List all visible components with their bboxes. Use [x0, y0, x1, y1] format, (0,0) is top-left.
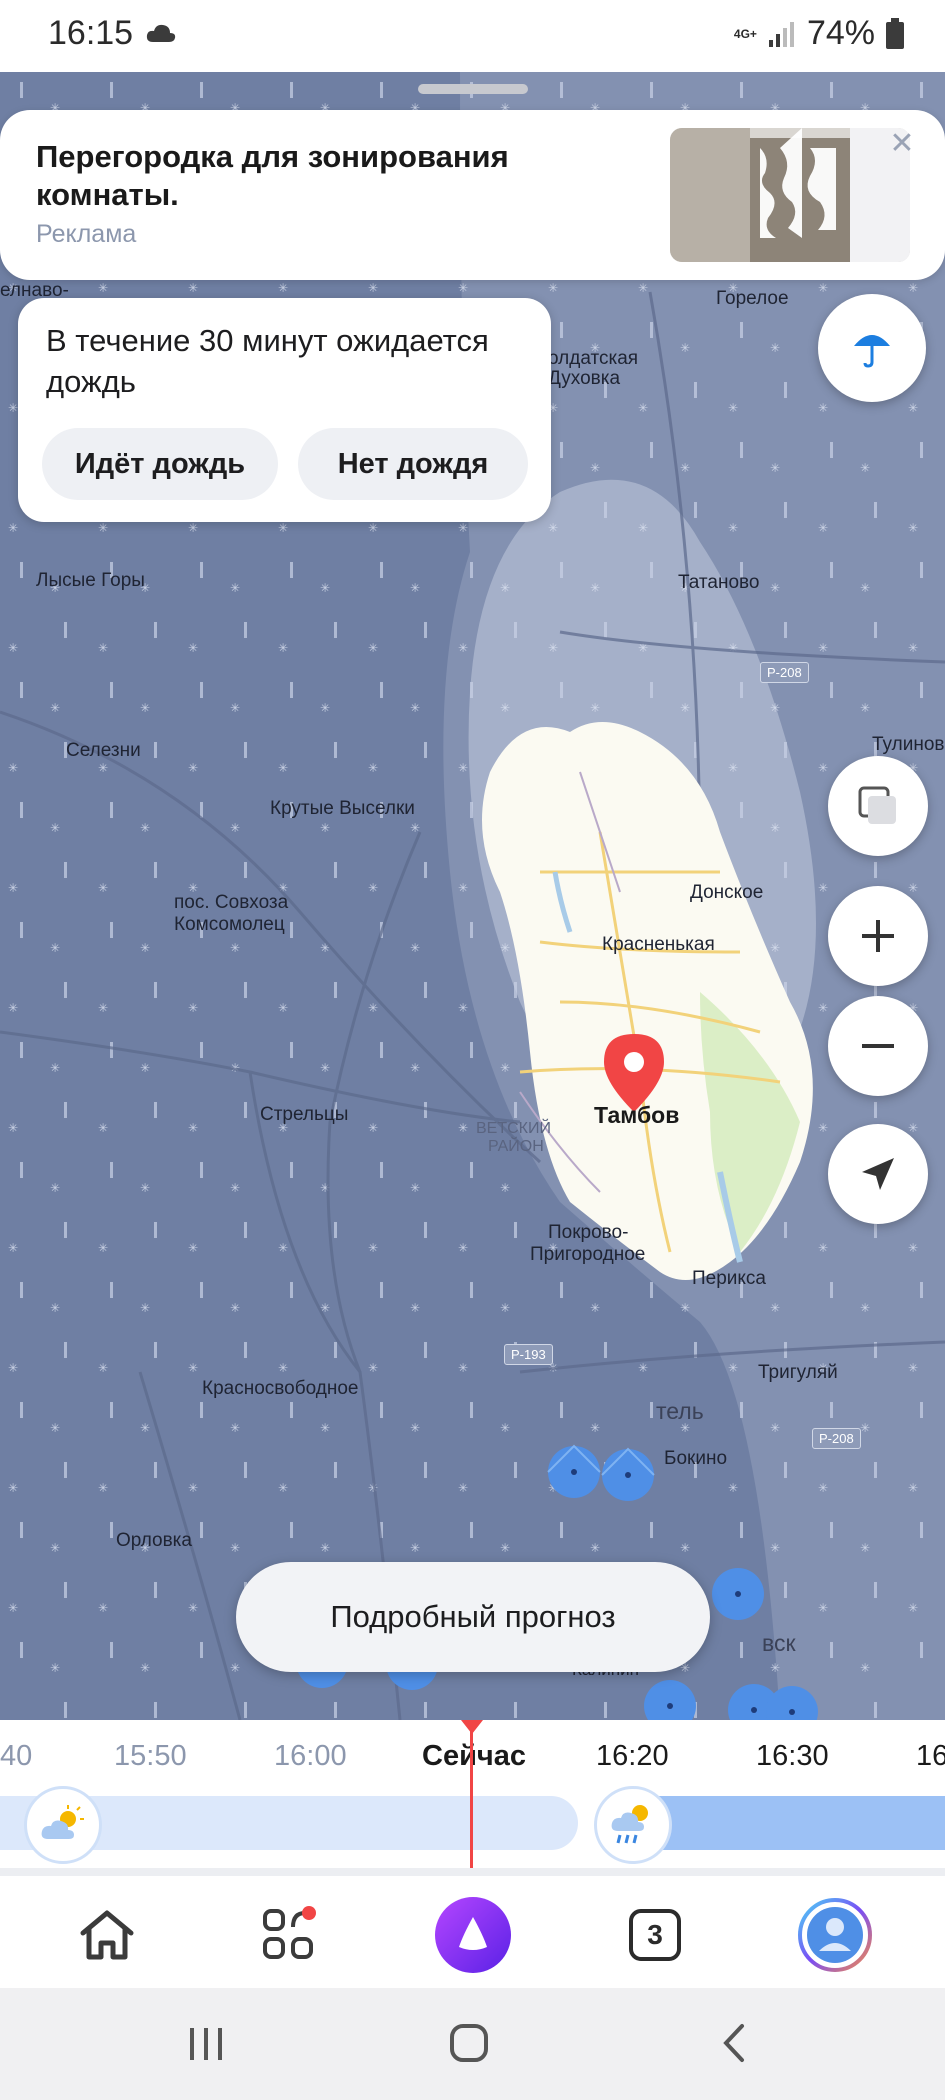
- road-badge: Р-208: [760, 662, 809, 683]
- home-icon: [80, 1910, 134, 1960]
- place-label: Стрельцы: [260, 1104, 349, 1125]
- timeline-label: 16:30: [756, 1740, 829, 1772]
- place-label: Духовка: [548, 368, 621, 389]
- layers-icon: [858, 786, 896, 824]
- ad-banner[interactable]: Перегородка для зонирования комнаты. Рек…: [0, 110, 945, 280]
- place-label: Донское: [690, 882, 764, 903]
- forecast-timeline[interactable]: 40 15:50 16:00 Сейчас 16:20 16:30 16: [0, 1720, 945, 1882]
- place-label: Селезни: [66, 740, 141, 761]
- road-badge: Р-193: [504, 1344, 553, 1365]
- place-label: ВЕТСКИЙ: [476, 1120, 551, 1137]
- status-bar: 16:15 4G+ 74%: [0, 0, 945, 72]
- timeline-now-label: Сейчас: [422, 1740, 526, 1772]
- ad-title[interactable]: Перегородка для зонирования комнаты.: [36, 138, 596, 214]
- partly-sunny-icon: [24, 1786, 102, 1864]
- ad-image[interactable]: [670, 128, 910, 262]
- rain-message: В течение 30 минут ожидается дождь: [46, 323, 489, 399]
- cloud-icon: [145, 22, 177, 49]
- rain-feedback-card: В течение 30 минут ожидается дождь Идёт …: [18, 298, 551, 522]
- profile-avatar-icon: [798, 1898, 872, 1972]
- timeline-now-triangle: [461, 1720, 483, 1734]
- zoom-out-button[interactable]: [828, 996, 928, 1096]
- umbrella-button[interactable]: [818, 294, 926, 402]
- timeline-now-marker: [470, 1726, 473, 1882]
- ad-label: Реклама: [36, 220, 137, 248]
- place-label: Орловка: [116, 1530, 192, 1551]
- tabs-counter: 3: [647, 1919, 663, 1950]
- place-label: Татаново: [678, 572, 760, 593]
- road-badge: Р-208: [812, 1428, 861, 1449]
- place-label: вск: [762, 1630, 796, 1656]
- timeline-label: 16:00: [274, 1740, 347, 1772]
- timeline-label: 16: [916, 1740, 945, 1772]
- place-label: Красносвободное: [202, 1378, 359, 1399]
- city-label-tambov: Тамбов: [594, 1102, 680, 1128]
- place-label: пос. Совхоза: [174, 892, 289, 913]
- sheet-drag-handle[interactable]: [418, 84, 528, 94]
- home-nav-icon[interactable]: [448, 2022, 490, 2069]
- network-type: 4G+: [733, 26, 757, 41]
- minus-icon: [862, 1044, 894, 1048]
- place-label: олдатская: [548, 348, 639, 369]
- timeline-label: 15:50: [114, 1740, 187, 1772]
- my-location-button[interactable]: [828, 1124, 928, 1224]
- place-label: Перикса: [692, 1268, 766, 1289]
- services-tab[interactable]: [244, 1890, 334, 1980]
- battery-percent: 74%: [806, 14, 875, 52]
- rain-sun-icon: [594, 1786, 672, 1864]
- zoom-in-button[interactable]: [828, 886, 928, 986]
- timeline-label: 40: [0, 1740, 33, 1772]
- place-label: Комсомолец: [174, 914, 285, 935]
- place-label: Тулинов: [872, 734, 945, 755]
- status-right: 4G+ 74%: [734, 14, 905, 53]
- bottom-tab-bar: 3: [0, 1876, 945, 1988]
- status-time: 16:15: [48, 14, 134, 52]
- place-label: Красненькая: [602, 934, 715, 955]
- rain-no-button[interactable]: Нет дождя: [298, 428, 528, 500]
- signal-icon: [768, 21, 794, 47]
- services-grid-icon: [263, 1906, 316, 1959]
- place-label: РАЙОН: [488, 1138, 544, 1155]
- alice-tab[interactable]: [428, 1890, 518, 1980]
- place-label: Бокино: [664, 1448, 728, 1469]
- place-label: Покрово-: [548, 1222, 629, 1243]
- place-label: Тригуляй: [758, 1362, 838, 1383]
- profile-tab[interactable]: [790, 1890, 880, 1980]
- recent-apps-icon[interactable]: [186, 2024, 226, 2069]
- navigation-arrow-icon: [862, 1158, 894, 1190]
- rain-yes-button[interactable]: Идёт дождь: [42, 428, 278, 500]
- place-label: Лысые Горы: [36, 570, 145, 591]
- close-icon[interactable]: ✕: [882, 124, 922, 164]
- system-nav-bar: [0, 1988, 945, 2100]
- timeline-label: 16:20: [596, 1740, 669, 1772]
- battery-icon: [886, 17, 904, 49]
- place-label: Крутые Выселки: [270, 798, 415, 819]
- detailed-forecast-button[interactable]: Подробный прогноз: [236, 1562, 710, 1672]
- umbrella-icon: [854, 335, 890, 368]
- plus-icon: [862, 920, 894, 952]
- home-tab[interactable]: [62, 1890, 152, 1980]
- alice-icon: [435, 1897, 511, 1973]
- back-nav-icon[interactable]: [720, 2022, 750, 2069]
- layers-button[interactable]: [828, 756, 928, 856]
- tabs-counter-tab[interactable]: 3: [610, 1890, 700, 1980]
- place-label: тель: [656, 1398, 704, 1424]
- place-label: Горелое: [716, 288, 789, 309]
- place-label: Пригородное: [530, 1244, 646, 1265]
